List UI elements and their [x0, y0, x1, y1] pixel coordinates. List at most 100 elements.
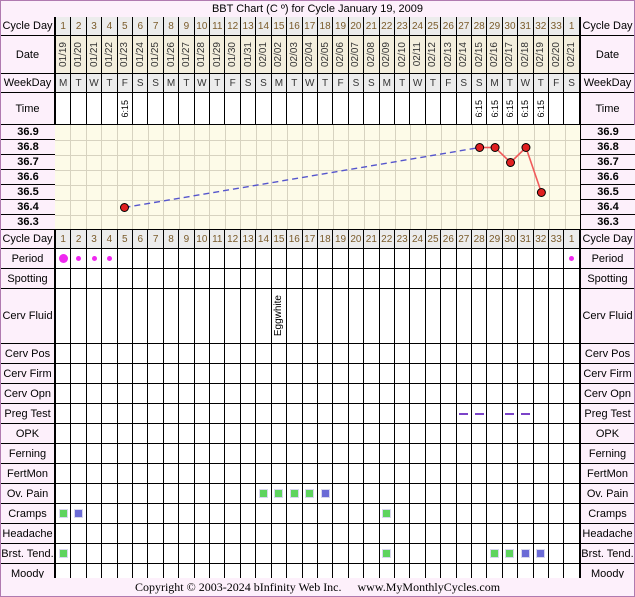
- cell-cerv-firm-day32[interactable]: [534, 364, 549, 383]
- cell-period-day34[interactable]: [564, 249, 579, 268]
- cell-brst-tend-day27[interactable]: [457, 544, 472, 563]
- cell-cerv-firm-day9[interactable]: [179, 364, 194, 383]
- cell-cerv-pos-day4[interactable]: [102, 344, 117, 363]
- cell-cerv-fluid-day9[interactable]: [179, 289, 194, 343]
- cell-cerv-firm-day26[interactable]: [441, 364, 456, 383]
- cell-fertmon-day31[interactable]: [518, 464, 533, 483]
- cell-ferning-day25[interactable]: [426, 444, 441, 463]
- cell-ov-pain-day22[interactable]: [380, 484, 395, 503]
- cell-cerv-firm-day21[interactable]: [364, 364, 379, 383]
- cell-cramps-day14[interactable]: [256, 504, 271, 523]
- cell-brst-tend-day12[interactable]: [225, 544, 240, 563]
- cell-ov-pain-day26[interactable]: [441, 484, 456, 503]
- cell-cerv-pos-day6[interactable]: [133, 344, 148, 363]
- cell-fertmon-day7[interactable]: [148, 464, 163, 483]
- cell-ov-pain-day17[interactable]: [303, 484, 318, 503]
- cell-cerv-firm-day14[interactable]: [256, 364, 271, 383]
- cell-opk-day32[interactable]: [534, 424, 549, 443]
- cell-preg-test-day7[interactable]: [148, 404, 163, 423]
- cell-cerv-opn-day29[interactable]: [487, 384, 502, 403]
- cell-preg-test-day3[interactable]: [87, 404, 102, 423]
- cell-ov-pain-day3[interactable]: [87, 484, 102, 503]
- cell-cerv-firm-day27[interactable]: [457, 364, 472, 383]
- cell-ov-pain-day29[interactable]: [487, 484, 502, 503]
- cell-opk-day8[interactable]: [164, 424, 179, 443]
- cell-cerv-fluid-day20[interactable]: [349, 289, 364, 343]
- cell-cerv-fluid-day25[interactable]: [426, 289, 441, 343]
- cell-brst-tend-day9[interactable]: [179, 544, 194, 563]
- cell-cramps-day33[interactable]: [549, 504, 564, 523]
- cell-cerv-firm-day1[interactable]: [55, 364, 71, 383]
- cell-cerv-fluid-day29[interactable]: [487, 289, 502, 343]
- cell-opk-day6[interactable]: [133, 424, 148, 443]
- cell-cerv-firm-day19[interactable]: [333, 364, 348, 383]
- cell-ov-pain-day4[interactable]: [102, 484, 117, 503]
- cell-ferning-day19[interactable]: [333, 444, 348, 463]
- cell-cerv-opn-day4[interactable]: [102, 384, 117, 403]
- cell-headache-day23[interactable]: [395, 524, 410, 543]
- cell-opk-day15[interactable]: [272, 424, 287, 443]
- cell-ferning-day16[interactable]: [287, 444, 302, 463]
- cell-opk-day21[interactable]: [364, 424, 379, 443]
- cell-cerv-firm-day34[interactable]: [564, 364, 579, 383]
- cell-fertmon-day25[interactable]: [426, 464, 441, 483]
- cell-opk-day13[interactable]: [241, 424, 256, 443]
- cell-headache-day9[interactable]: [179, 524, 194, 543]
- cell-spotting-day31[interactable]: [518, 269, 533, 288]
- cell-preg-test-day5[interactable]: [118, 404, 133, 423]
- cell-cerv-pos-day19[interactable]: [333, 344, 348, 363]
- cell-preg-test-day25[interactable]: [426, 404, 441, 423]
- cell-opk-day7[interactable]: [148, 424, 163, 443]
- cell-period-day32[interactable]: [534, 249, 549, 268]
- cell-period-day15[interactable]: [272, 249, 287, 268]
- cell-cerv-pos-day21[interactable]: [364, 344, 379, 363]
- cell-cerv-fluid-day17[interactable]: [303, 289, 318, 343]
- cell-spotting-day8[interactable]: [164, 269, 179, 288]
- cell-cerv-fluid-day3[interactable]: [87, 289, 102, 343]
- temperature-point[interactable]: [522, 144, 530, 152]
- cell-cerv-firm-day25[interactable]: [426, 364, 441, 383]
- cell-fertmon-day26[interactable]: [441, 464, 456, 483]
- cell-ferning-day31[interactable]: [518, 444, 533, 463]
- cell-cramps-day10[interactable]: [195, 504, 210, 523]
- cell-ferning-day21[interactable]: [364, 444, 379, 463]
- cell-cerv-firm-day16[interactable]: [287, 364, 302, 383]
- cell-ov-pain-day34[interactable]: [564, 484, 579, 503]
- cell-fertmon-day22[interactable]: [380, 464, 395, 483]
- cell-ferning-day3[interactable]: [87, 444, 102, 463]
- cell-preg-test-day32[interactable]: [534, 404, 549, 423]
- cell-cramps-day32[interactable]: [534, 504, 549, 523]
- cell-ov-pain-day13[interactable]: [241, 484, 256, 503]
- cell-brst-tend-day22[interactable]: [380, 544, 395, 563]
- cell-cerv-pos-day5[interactable]: [118, 344, 133, 363]
- cell-opk-day30[interactable]: [503, 424, 518, 443]
- cell-cerv-pos-day3[interactable]: [87, 344, 102, 363]
- cell-fertmon-day13[interactable]: [241, 464, 256, 483]
- cell-cerv-firm-day10[interactable]: [195, 364, 210, 383]
- cell-headache-day18[interactable]: [318, 524, 333, 543]
- cell-opk-day33[interactable]: [549, 424, 564, 443]
- cell-fertmon-day10[interactable]: [195, 464, 210, 483]
- cell-headache-day22[interactable]: [380, 524, 395, 543]
- cell-cerv-opn-day9[interactable]: [179, 384, 194, 403]
- cell-period-day16[interactable]: [287, 249, 302, 268]
- cell-period-day21[interactable]: [364, 249, 379, 268]
- cell-cerv-pos-day28[interactable]: [472, 344, 487, 363]
- cell-period-day24[interactable]: [410, 249, 425, 268]
- cell-period-day8[interactable]: [164, 249, 179, 268]
- cell-opk-day27[interactable]: [457, 424, 472, 443]
- cell-period-day27[interactable]: [457, 249, 472, 268]
- cell-ov-pain-day28[interactable]: [472, 484, 487, 503]
- cell-cerv-firm-day6[interactable]: [133, 364, 148, 383]
- cell-cramps-day1[interactable]: [55, 504, 71, 523]
- cell-ferning-day8[interactable]: [164, 444, 179, 463]
- cell-cerv-firm-day8[interactable]: [164, 364, 179, 383]
- cell-cerv-opn-day23[interactable]: [395, 384, 410, 403]
- cell-spotting-day2[interactable]: [71, 269, 86, 288]
- cell-preg-test-day28[interactable]: [472, 404, 487, 423]
- cell-cerv-opn-day3[interactable]: [87, 384, 102, 403]
- cell-ferning-day4[interactable]: [102, 444, 117, 463]
- cell-cerv-fluid-day10[interactable]: [195, 289, 210, 343]
- cell-fertmon-day19[interactable]: [333, 464, 348, 483]
- cell-cerv-pos-day27[interactable]: [457, 344, 472, 363]
